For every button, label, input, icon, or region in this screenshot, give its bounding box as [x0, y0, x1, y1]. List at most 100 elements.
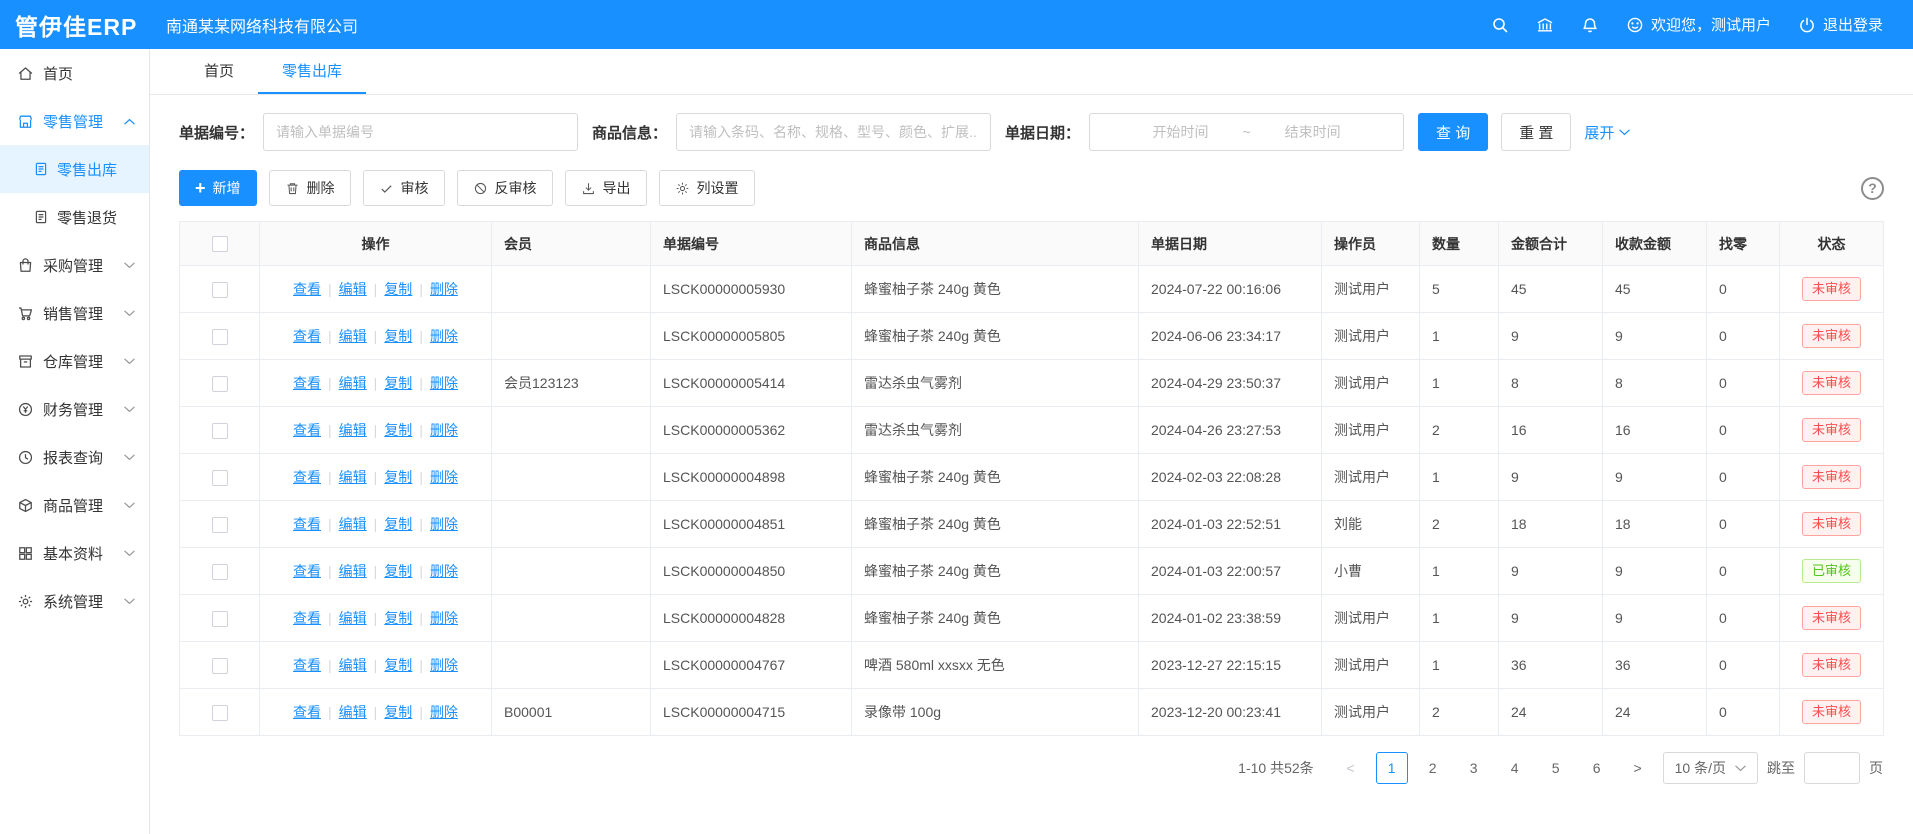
- row-action-edit[interactable]: 编辑: [339, 422, 367, 438]
- cell-product: 雷达杀虫气雾剂: [852, 360, 1139, 407]
- add-button[interactable]: + 新增: [179, 170, 257, 206]
- pagination-page-2[interactable]: 2: [1417, 752, 1449, 784]
- row-action-view[interactable]: 查看: [293, 610, 321, 626]
- search-button[interactable]: 查 询: [1418, 113, 1488, 151]
- row-action-delete[interactable]: 删除: [430, 469, 458, 485]
- row-action-copy[interactable]: 复制: [384, 657, 412, 673]
- row-action-edit[interactable]: 编辑: [339, 563, 367, 579]
- help-icon[interactable]: ?: [1861, 177, 1884, 200]
- row-action-view[interactable]: 查看: [293, 516, 321, 532]
- user-welcome[interactable]: 欢迎您，测试用户: [1626, 14, 1771, 35]
- row-action-delete[interactable]: 删除: [430, 422, 458, 438]
- bell-icon[interactable]: [1581, 16, 1599, 34]
- delete-button[interactable]: 删除: [269, 170, 351, 206]
- row-action-edit[interactable]: 编辑: [339, 657, 367, 673]
- row-checkbox[interactable]: [212, 658, 228, 674]
- row-checkbox[interactable]: [212, 470, 228, 486]
- row-action-copy[interactable]: 复制: [384, 704, 412, 720]
- row-checkbox[interactable]: [212, 329, 228, 345]
- row-action-delete[interactable]: 删除: [430, 375, 458, 391]
- row-checkbox[interactable]: [212, 517, 228, 533]
- row-action-delete[interactable]: 删除: [430, 328, 458, 344]
- row-action-edit[interactable]: 编辑: [339, 469, 367, 485]
- row-action-edit[interactable]: 编辑: [339, 610, 367, 626]
- row-checkbox[interactable]: [212, 423, 228, 439]
- pagination-prev[interactable]: <: [1335, 752, 1367, 784]
- sidebar-item-warehouse-management[interactable]: 仓库管理: [0, 337, 149, 385]
- row-checkbox[interactable]: [212, 564, 228, 580]
- audit-button[interactable]: 审核: [363, 170, 445, 206]
- export-button[interactable]: 导出: [565, 170, 647, 206]
- cell-product: 蜂蜜柚子茶 240g 黄色: [852, 454, 1139, 501]
- search-icon[interactable]: [1491, 16, 1509, 34]
- row-action-view[interactable]: 查看: [293, 375, 321, 391]
- pagination-page-1[interactable]: 1: [1376, 752, 1408, 784]
- sidebar-item-system-management[interactable]: 系统管理: [0, 577, 149, 625]
- row-action-view[interactable]: 查看: [293, 328, 321, 344]
- chevron-down-icon: [124, 454, 135, 461]
- pagination-page-3[interactable]: 3: [1458, 752, 1490, 784]
- row-action-view[interactable]: 查看: [293, 704, 321, 720]
- col-header-received: 收款金额: [1603, 222, 1707, 266]
- row-action-copy[interactable]: 复制: [384, 469, 412, 485]
- select-all-checkbox[interactable]: [212, 236, 228, 252]
- row-action-delete[interactable]: 删除: [430, 610, 458, 626]
- row-action-view[interactable]: 查看: [293, 563, 321, 579]
- sidebar-item-basic-data[interactable]: 基本资料: [0, 529, 149, 577]
- row-checkbox[interactable]: [212, 282, 228, 298]
- sidebar-item-sales-management[interactable]: 销售管理: [0, 289, 149, 337]
- row-action-delete[interactable]: 删除: [430, 704, 458, 720]
- sidebar-item-retail-outbound[interactable]: 零售出库: [0, 145, 149, 193]
- row-checkbox[interactable]: [212, 705, 228, 721]
- sidebar-item-report-query[interactable]: 报表查询: [0, 433, 149, 481]
- row-actions: 查看|编辑|复制|删除: [293, 563, 458, 579]
- tab-home[interactable]: 首页: [180, 49, 258, 94]
- row-action-delete[interactable]: 删除: [430, 281, 458, 297]
- reset-button[interactable]: 重 置: [1501, 113, 1571, 151]
- sidebar-item-retail-return[interactable]: 零售退货: [0, 193, 149, 241]
- row-checkbox[interactable]: [212, 611, 228, 627]
- row-action-view[interactable]: 查看: [293, 281, 321, 297]
- pagination-page-6[interactable]: 6: [1581, 752, 1613, 784]
- sidebar-item-finance-management[interactable]: 财务管理: [0, 385, 149, 433]
- cell-operator: 测试用户: [1322, 313, 1420, 360]
- row-action-view[interactable]: 查看: [293, 422, 321, 438]
- page-size-select[interactable]: 10 条/页: [1663, 752, 1758, 784]
- sidebar-item-home[interactable]: 首页: [0, 49, 149, 97]
- pagination-next[interactable]: >: [1622, 752, 1654, 784]
- row-action-view[interactable]: 查看: [293, 469, 321, 485]
- row-action-edit[interactable]: 编辑: [339, 328, 367, 344]
- cell-bill-no: LSCK00000004767: [651, 642, 852, 689]
- row-action-edit[interactable]: 编辑: [339, 375, 367, 391]
- unaudit-button[interactable]: 反审核: [457, 170, 553, 206]
- product-info-input[interactable]: [676, 113, 991, 151]
- date-range-picker[interactable]: 开始时间 ~ 结束时间: [1089, 113, 1404, 151]
- pagination-page-5[interactable]: 5: [1540, 752, 1572, 784]
- row-action-delete[interactable]: 删除: [430, 516, 458, 532]
- tab-retail-outbound[interactable]: 零售出库: [258, 49, 366, 94]
- row-action-copy[interactable]: 复制: [384, 516, 412, 532]
- row-action-copy[interactable]: 复制: [384, 422, 412, 438]
- logout-button[interactable]: 退出登录: [1798, 14, 1883, 35]
- row-action-delete[interactable]: 删除: [430, 563, 458, 579]
- sidebar-item-retail-management[interactable]: 零售管理: [0, 97, 149, 145]
- sidebar-item-purchase-management[interactable]: 采购管理: [0, 241, 149, 289]
- row-action-copy[interactable]: 复制: [384, 610, 412, 626]
- row-action-copy[interactable]: 复制: [384, 563, 412, 579]
- row-action-edit[interactable]: 编辑: [339, 516, 367, 532]
- bill-no-input[interactable]: [263, 113, 578, 151]
- bank-icon[interactable]: [1536, 16, 1554, 34]
- sidebar-item-goods-management[interactable]: 商品管理: [0, 481, 149, 529]
- row-action-copy[interactable]: 复制: [384, 281, 412, 297]
- column-settings-button[interactable]: 列设置: [659, 170, 755, 206]
- row-action-edit[interactable]: 编辑: [339, 704, 367, 720]
- row-checkbox[interactable]: [212, 376, 228, 392]
- row-action-edit[interactable]: 编辑: [339, 281, 367, 297]
- row-action-copy[interactable]: 复制: [384, 328, 412, 344]
- row-action-delete[interactable]: 删除: [430, 657, 458, 673]
- row-action-view[interactable]: 查看: [293, 657, 321, 673]
- row-action-copy[interactable]: 复制: [384, 375, 412, 391]
- expand-toggle[interactable]: 展开: [1584, 122, 1630, 143]
- jump-page-input[interactable]: [1804, 752, 1860, 784]
- pagination-page-4[interactable]: 4: [1499, 752, 1531, 784]
